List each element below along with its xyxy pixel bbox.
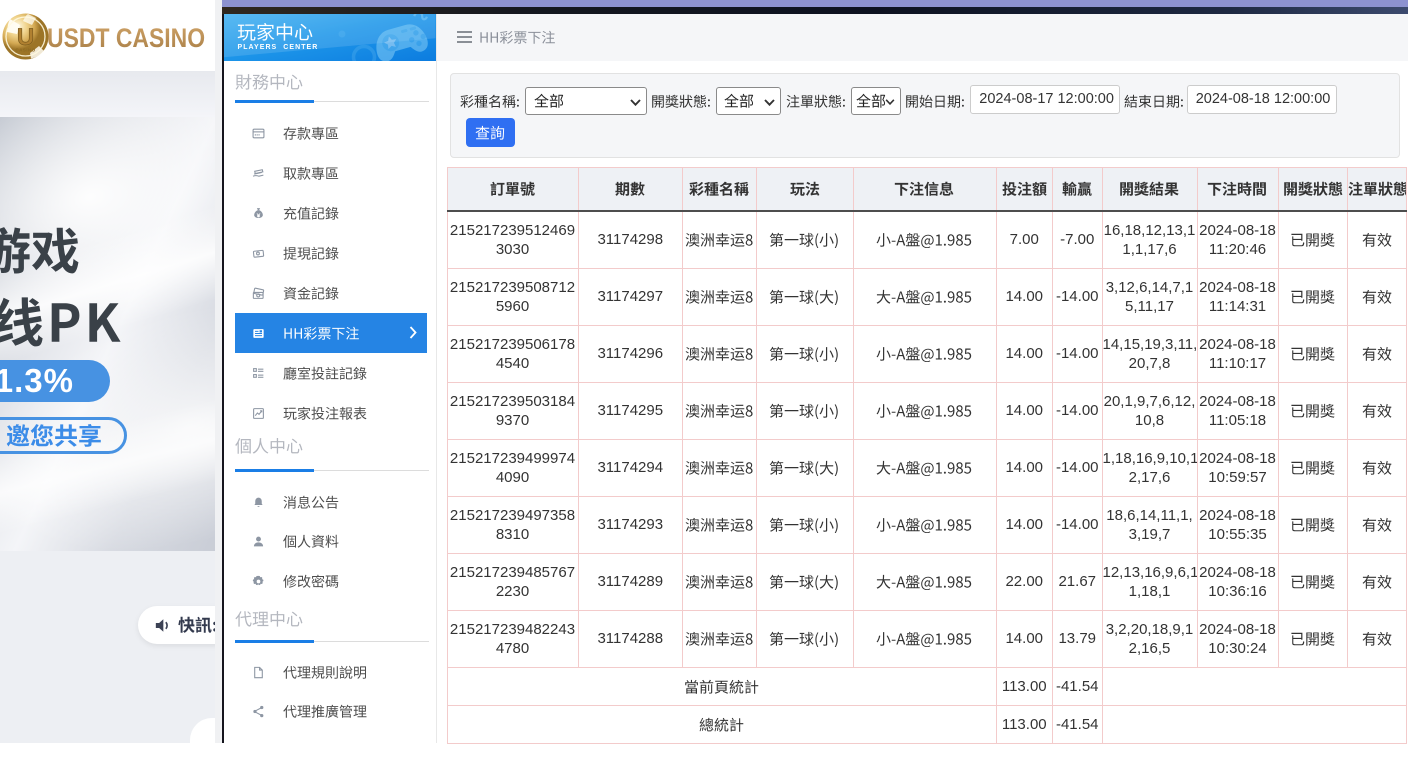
svg-text:CASINO: CASINO xyxy=(15,48,35,53)
